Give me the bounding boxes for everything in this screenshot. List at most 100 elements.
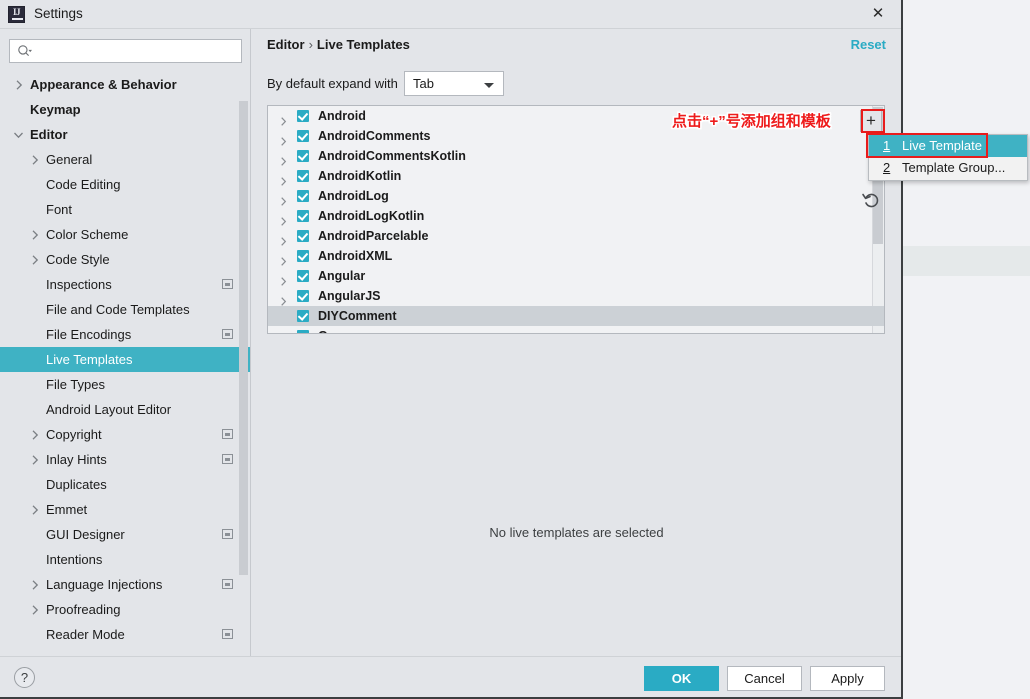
sidebar-item-label: File Types [46,377,106,392]
checkbox-checked-icon[interactable] [297,230,309,242]
chevron-down-icon [484,83,494,88]
sidebar-item-general[interactable]: General [0,147,250,172]
checkbox-checked-icon[interactable] [297,110,309,122]
sidebar-item-label: General [46,152,93,167]
search-box[interactable] [9,39,242,63]
sidebar-item-editor[interactable]: Editor [0,122,250,147]
template-rows-container: Android AndroidComments AndroidCommentsKot… [268,106,884,333]
sidebar-scrollbar[interactable] [239,101,248,575]
template-group-row[interactable]: AndroidXML [268,246,884,266]
sidebar-item-font[interactable]: Font [0,197,250,222]
sidebar-item-label: Color Scheme [46,227,129,242]
sidebar-item-label: Emmet [46,502,88,517]
ok-button[interactable]: OK [644,666,719,691]
breadcrumb-separator: › [308,37,313,52]
sidebar-item-android-layout-editor[interactable]: Android Layout Editor [0,397,250,422]
sidebar-item-label: Duplicates [46,477,107,492]
template-group-label: Groovy [318,329,362,333]
template-group-row[interactable]: AndroidKotlin [268,166,884,186]
sidebar-item-file-encodings[interactable]: File Encodings [0,322,250,347]
checkbox-checked-icon[interactable] [297,270,309,282]
sidebar-item-inlay-hints[interactable]: Inlay Hints [0,447,250,472]
checkbox-checked-icon[interactable] [297,330,309,333]
undo-arrow-icon[interactable] [861,190,881,210]
chevron-right-icon[interactable] [279,332,288,333]
menu-item-label: Live Template [902,138,982,153]
sidebar-item-duplicates[interactable]: Duplicates [0,472,250,497]
template-group-row[interactable]: Angular [268,266,884,286]
expand-with-value: Tab [413,76,434,91]
apply-button[interactable]: Apply [810,666,885,691]
template-group-row[interactable]: AngularJS [268,286,884,306]
sidebar-item-live-templates[interactable]: Live Templates [0,347,250,372]
settings-sidebar: Appearance & Behavior Keymap Editor General… [0,29,251,656]
modified-marker-icon [222,454,233,464]
sidebar-item-label: GUI Designer [46,527,125,542]
reset-link[interactable]: Reset [851,37,886,52]
template-group-label: Angular [318,269,366,283]
backdrop-strip-top [903,0,1030,246]
sidebar-item-color-scheme[interactable]: Color Scheme [0,222,250,247]
sidebar-item-label: Appearance & Behavior [30,77,177,92]
checkbox-checked-icon[interactable] [297,190,309,202]
sidebar-item-intentions[interactable]: Intentions [0,547,250,572]
breadcrumb-parent[interactable]: Editor [267,37,305,52]
template-group-label: AndroidComments [318,129,431,143]
sidebar-item-language-injections[interactable]: Language Injections [0,572,250,597]
breadcrumb: Editor › Live Templates [267,37,410,52]
sidebar-item-gui-designer[interactable]: GUI Designer [0,522,250,547]
search-input[interactable] [9,39,242,63]
modified-marker-icon [222,329,233,339]
menu-item-live-template[interactable]: 1 Live Template [869,135,1027,157]
template-group-row[interactable]: AndroidLogKotlin [268,206,884,226]
sidebar-item-file-types[interactable]: File Types [0,372,250,397]
sidebar-item-emmet[interactable]: Emmet [0,497,250,522]
breadcrumb-current: Live Templates [316,37,410,52]
sidebar-item-inspections[interactable]: Inspections [0,272,250,297]
sidebar-item-label: Font [46,202,73,217]
checkbox-checked-icon[interactable] [297,150,309,162]
checkbox-checked-icon[interactable] [297,130,309,142]
template-group-row[interactable]: AndroidParcelable [268,226,884,246]
sidebar-item-label: File and Code Templates [46,302,190,317]
intellij-idea-icon: IJ [8,6,25,23]
chevron-right-icon [0,422,250,447]
sidebar-item-label: Language Injections [46,577,163,592]
sidebar-item-proofreading[interactable]: Proofreading [0,597,250,622]
cancel-button[interactable]: Cancel [727,666,802,691]
sidebar-item-appearance-behavior[interactable]: Appearance & Behavior [0,72,250,97]
sidebar-item-copyright[interactable]: Copyright [0,422,250,447]
sidebar-item-label: Reader Mode [46,627,125,642]
checkbox-checked-icon[interactable] [297,210,309,222]
sidebar-item-code-style[interactable]: Code Style [0,247,250,272]
expand-with-label: By default expand with [267,76,398,91]
sidebar-item-label: Keymap [30,102,81,117]
checkbox-checked-icon[interactable] [297,250,309,262]
sidebar-item-code-editing[interactable]: Code Editing [0,172,250,197]
checkbox-checked-icon[interactable] [297,290,309,302]
template-group-row[interactable]: Groovy [268,326,884,333]
template-group-label: AndroidXML [318,249,393,263]
chevron-right-icon [0,247,250,272]
modified-marker-icon [222,529,233,539]
sidebar-item-keymap[interactable]: Keymap [0,97,250,122]
template-group-row[interactable]: AndroidLog [268,186,884,206]
menu-item-label: Template Group... [902,160,1006,175]
checkbox-checked-icon[interactable] [297,170,309,182]
annotation-text: 点击“+”号添加组和模板 [672,113,831,130]
expand-with-select[interactable]: Tab [404,71,504,96]
template-group-row[interactable]: DIYComment [268,306,884,326]
add-button[interactable]: + [860,110,882,132]
template-group-label: AndroidCommentsKotlin [318,149,466,163]
checkbox-checked-icon[interactable] [297,310,309,322]
help-button[interactable]: ? [14,667,35,688]
template-group-row[interactable]: AndroidCommentsKotlin [268,146,884,166]
menu-item-mnemonic: 1 [883,138,891,153]
template-groups-list[interactable]: Android AndroidComments AndroidCommentsKot… [267,105,885,334]
close-icon[interactable]: ✕ [855,0,901,28]
sidebar-item-file-and-code-templates[interactable]: File and Code Templates [0,297,250,322]
menu-item-template-group[interactable]: 2 Template Group... [869,157,1027,179]
sidebar-item-label: File Encodings [46,327,132,342]
add-context-menu[interactable]: 1 Live Template 2 Template Group... [868,134,1028,181]
sidebar-item-reader-mode[interactable]: Reader Mode [0,622,250,647]
